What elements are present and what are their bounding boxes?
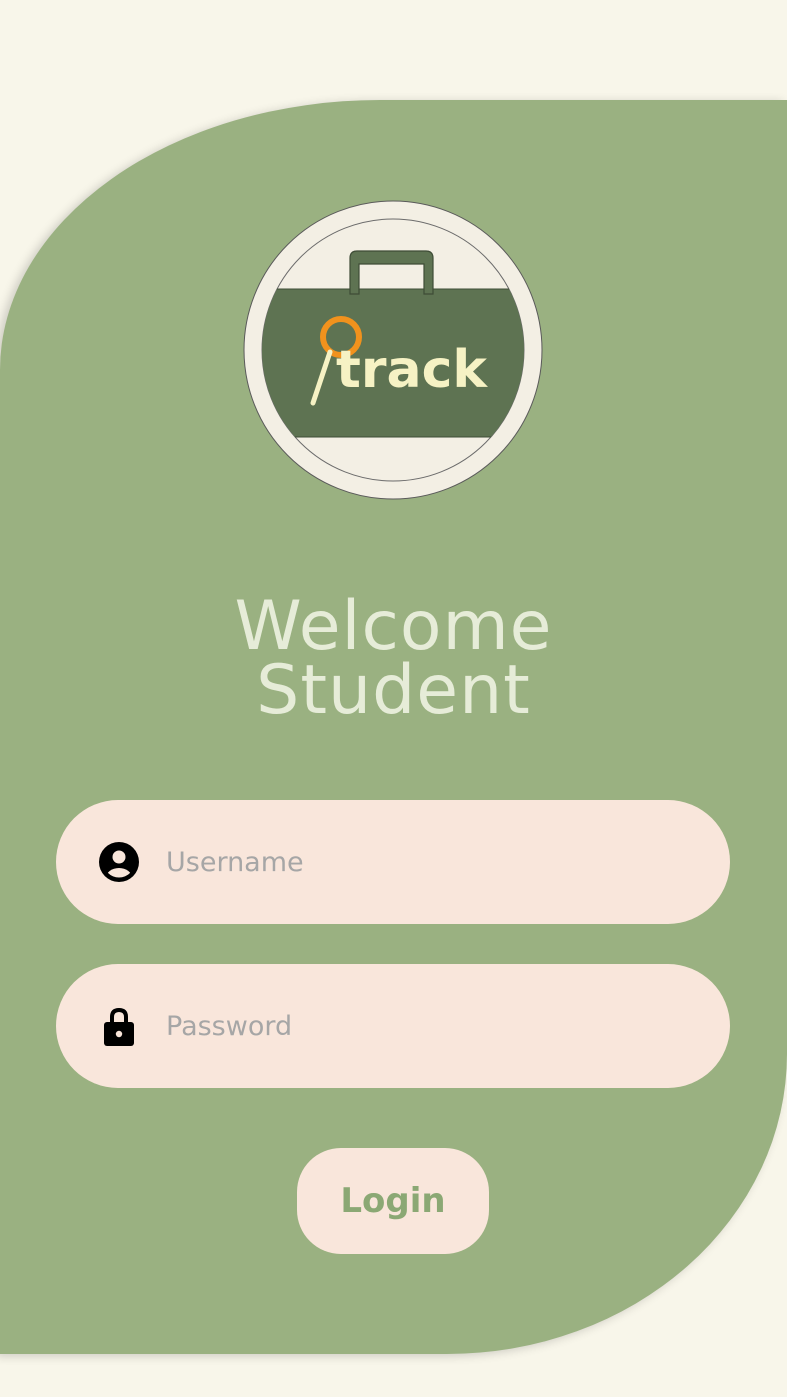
app-logo: track — [243, 200, 543, 500]
welcome-line-2: Student — [256, 651, 531, 730]
account-circle-icon — [97, 840, 141, 884]
username-input[interactable] — [166, 800, 686, 924]
password-input[interactable] — [166, 964, 686, 1088]
welcome-line-1: Welcome — [234, 587, 553, 666]
logo-text: track — [336, 340, 488, 400]
login-button[interactable]: Login — [297, 1148, 489, 1254]
welcome-heading: Welcome Student — [0, 587, 787, 730]
password-field[interactable] — [56, 964, 730, 1088]
login-screen: track Welcome Student Username Login — [0, 0, 787, 1397]
lock-icon — [97, 1004, 141, 1048]
username-field[interactable] — [56, 800, 730, 924]
